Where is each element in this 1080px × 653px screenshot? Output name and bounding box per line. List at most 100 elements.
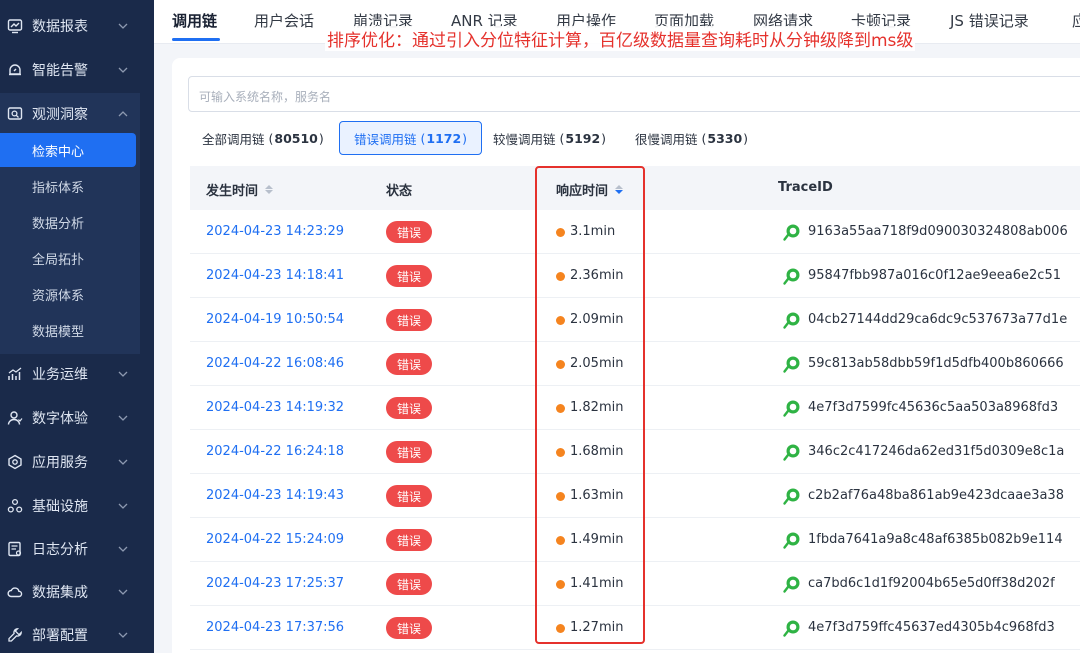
table-header: 发生时间 状态 响应时间 TraceID <box>190 166 1080 210</box>
nav-item-digital-experience[interactable]: 数字体验 <box>0 397 154 439</box>
trace-panel: 可输入系统名称，服务名 全部调用链 (80510) 错误调用链 (1172) 较… <box>172 58 1080 653</box>
time-link[interactable]: 2024-04-23 17:25:37 <box>206 576 344 591</box>
filter-error-traces[interactable]: 错误调用链 (1172) <box>339 121 483 155</box>
trace-chain-icon[interactable] <box>782 354 802 374</box>
response-time: 1.41min <box>570 576 624 591</box>
trace-id[interactable]: 59c813ab58dbb59f1d5dfb400b860666 <box>808 356 1064 371</box>
time-link[interactable]: 2024-04-22 15:24:09 <box>206 532 344 547</box>
sub-item-analysis[interactable]: 数据分析 <box>0 205 140 239</box>
trace-id[interactable]: ca7bd6c1d1f92004b65e5d0ff38d202f <box>808 576 1055 591</box>
filter-label: 错误调用链 <box>354 131 417 147</box>
sub-item-search-center[interactable]: 检索中心 <box>0 133 136 167</box>
filter-label: 较慢调用链 <box>493 131 556 147</box>
nav-label: 智能告警 <box>32 63 88 79</box>
trace-chain-icon[interactable] <box>782 574 802 594</box>
filter-all-traces[interactable]: 全部调用链 (80510) <box>188 121 338 155</box>
trace-chain-icon[interactable] <box>782 618 802 638</box>
sub-item-metrics[interactable]: 指标体系 <box>0 169 140 203</box>
trace-id[interactable]: 1fbda7641a9a8c48af6385b082b9e114 <box>808 532 1063 547</box>
chevron-down-icon <box>116 542 130 556</box>
chevron-down-icon <box>116 455 130 469</box>
table-row[interactable]: 2024-04-22 15:24:09 错误 1.49min 1fbda7641a9a… <box>190 518 1080 562</box>
nav-item-deploy-config[interactable]: 部署配置 <box>0 614 154 653</box>
table-row[interactable]: 2024-04-23 14:23:29 错误 3.1min 9163a55aa718f… <box>190 210 1080 254</box>
sub-item-data-model[interactable]: 数据模型 <box>0 313 140 347</box>
table-row[interactable]: 2024-04-23 14:19:43 错误 1.63min c2b2af76a48b… <box>190 474 1080 518</box>
trace-chain-icon[interactable] <box>782 222 802 242</box>
time-link[interactable]: 2024-04-19 10:50:54 <box>206 312 344 327</box>
status-badge: 错误 <box>386 485 432 507</box>
response-time: 2.05min <box>570 356 624 371</box>
table-row[interactable]: 2024-04-23 14:18:41 错误 2.36min 95847fbb987a… <box>190 254 1080 298</box>
sub-item-label: 资源体系 <box>32 288 85 304</box>
time-link[interactable]: 2024-04-23 14:18:41 <box>206 268 344 283</box>
nav-item-app-service[interactable]: 应用服务 <box>0 441 154 483</box>
trace-id[interactable]: 9163a55aa718f9d090030324808ab006 <box>808 224 1068 239</box>
slow-indicator-dot <box>556 404 565 413</box>
status-badge: 错误 <box>386 265 432 287</box>
table-row[interactable]: 2024-04-19 10:50:54 错误 2.09min 04cb27144dd2… <box>190 298 1080 342</box>
sort-desc-icon[interactable] <box>615 185 624 194</box>
nav-item-data-integration[interactable]: 数据集成 <box>0 571 154 613</box>
slow-indicator-dot <box>556 316 565 325</box>
header-time[interactable]: 发生时间 <box>206 180 274 199</box>
tab-js-error[interactable]: JS 错误记录 <box>950 10 1029 31</box>
nav-label: 数据报表 <box>32 19 88 35</box>
status-badge: 错误 <box>386 221 432 243</box>
table-row[interactable]: 2024-04-22 16:08:46 错误 2.05min 59c813ab58db… <box>190 342 1080 386</box>
trace-id[interactable]: c2b2af76a48ba861ab9e423dcaae3a38 <box>808 488 1064 503</box>
tab-user-session[interactable]: 用户会话 <box>254 10 314 31</box>
table-row[interactable]: 2024-04-23 14:19:32 错误 1.82min 4e7f3d7599fc… <box>190 386 1080 430</box>
filter-label: 很慢调用链 <box>635 131 698 147</box>
time-link[interactable]: 2024-04-23 17:37:56 <box>206 620 344 635</box>
trace-chain-icon[interactable] <box>782 398 802 418</box>
nav-item-reports[interactable]: 数据报表 <box>0 5 154 47</box>
nav-item-business-ops[interactable]: 业务运维 <box>0 353 154 395</box>
search-screen-icon <box>6 105 24 123</box>
nav-item-insight[interactable]: 观测洞察 <box>0 93 140 135</box>
header-response[interactable]: 响应时间 <box>556 180 624 199</box>
time-link[interactable]: 2024-04-23 14:19:43 <box>206 488 344 503</box>
cloud-integration-icon <box>6 583 24 601</box>
table-row[interactable]: 2024-04-23 17:25:37 错误 1.41min ca7bd6c1d1f9… <box>190 562 1080 606</box>
tab-more[interactable]: 应 <box>1072 10 1080 31</box>
nav-label: 数据集成 <box>32 585 88 601</box>
trace-id[interactable]: 346c2c417246da62ed31f5d0309e8c1a <box>808 444 1064 459</box>
filter-label: 全部调用链 <box>202 131 265 147</box>
trace-id[interactable]: 4e7f3d7599fc45636c5aa503a8968fd3 <box>808 400 1058 415</box>
trace-chain-icon[interactable] <box>782 486 802 506</box>
trace-chain-icon[interactable] <box>782 310 802 330</box>
sort-icon[interactable] <box>265 185 274 194</box>
nav-item-infrastructure[interactable]: 基础设施 <box>0 485 154 527</box>
sub-item-topology[interactable]: 全局拓扑 <box>0 241 140 275</box>
trace-id[interactable]: 95847fbb987a016c0f12ae9eea6e2c51 <box>808 268 1061 283</box>
status-badge: 错误 <box>386 353 432 375</box>
nav-label: 数字体验 <box>32 411 88 427</box>
filter-very-slow-traces[interactable]: 很慢调用链 (5330) <box>621 121 762 155</box>
nav-item-log-analysis[interactable]: 日志分析 <box>0 528 154 570</box>
trace-id[interactable]: 4e7f3d759ffc45637ed4305b4c968fd3 <box>808 620 1055 635</box>
time-link[interactable]: 2024-04-22 16:24:18 <box>206 444 344 459</box>
filter-slow-traces[interactable]: 较慢调用链 (5192) <box>479 121 620 155</box>
table-row[interactable]: 2024-04-22 16:24:18 错误 1.68min 346c2c417246… <box>190 430 1080 474</box>
header-traceid: TraceID <box>778 180 833 195</box>
chevron-up-icon <box>116 107 130 121</box>
trace-chain-icon[interactable] <box>782 530 802 550</box>
table-row[interactable]: 2024-04-23 17:37:56 错误 1.27min 4e7f3d759ffc… <box>190 606 1080 650</box>
time-link[interactable]: 2024-04-22 16:08:46 <box>206 356 344 371</box>
sub-item-label: 指标体系 <box>32 180 85 196</box>
sub-item-resources[interactable]: 资源体系 <box>0 277 140 311</box>
response-time: 1.27min <box>570 620 624 635</box>
tab-trace[interactable]: 调用链 <box>172 10 217 31</box>
trace-chain-icon[interactable] <box>782 442 802 462</box>
slow-indicator-dot <box>556 360 565 369</box>
time-link[interactable]: 2024-04-23 14:19:32 <box>206 400 344 415</box>
trace-id[interactable]: 04cb27144dd29ca6dc9c537673a77d1e <box>808 312 1067 327</box>
trace-chain-icon[interactable] <box>782 266 802 286</box>
status-badge: 错误 <box>386 441 432 463</box>
time-link[interactable]: 2024-04-23 14:23:29 <box>206 224 344 239</box>
chevron-down-icon <box>116 63 130 77</box>
search-input[interactable]: 可输入系统名称，服务名 <box>188 76 1080 112</box>
nav-item-alerts[interactable]: 智能告警 <box>0 49 154 91</box>
status-badge: 错误 <box>386 617 432 639</box>
